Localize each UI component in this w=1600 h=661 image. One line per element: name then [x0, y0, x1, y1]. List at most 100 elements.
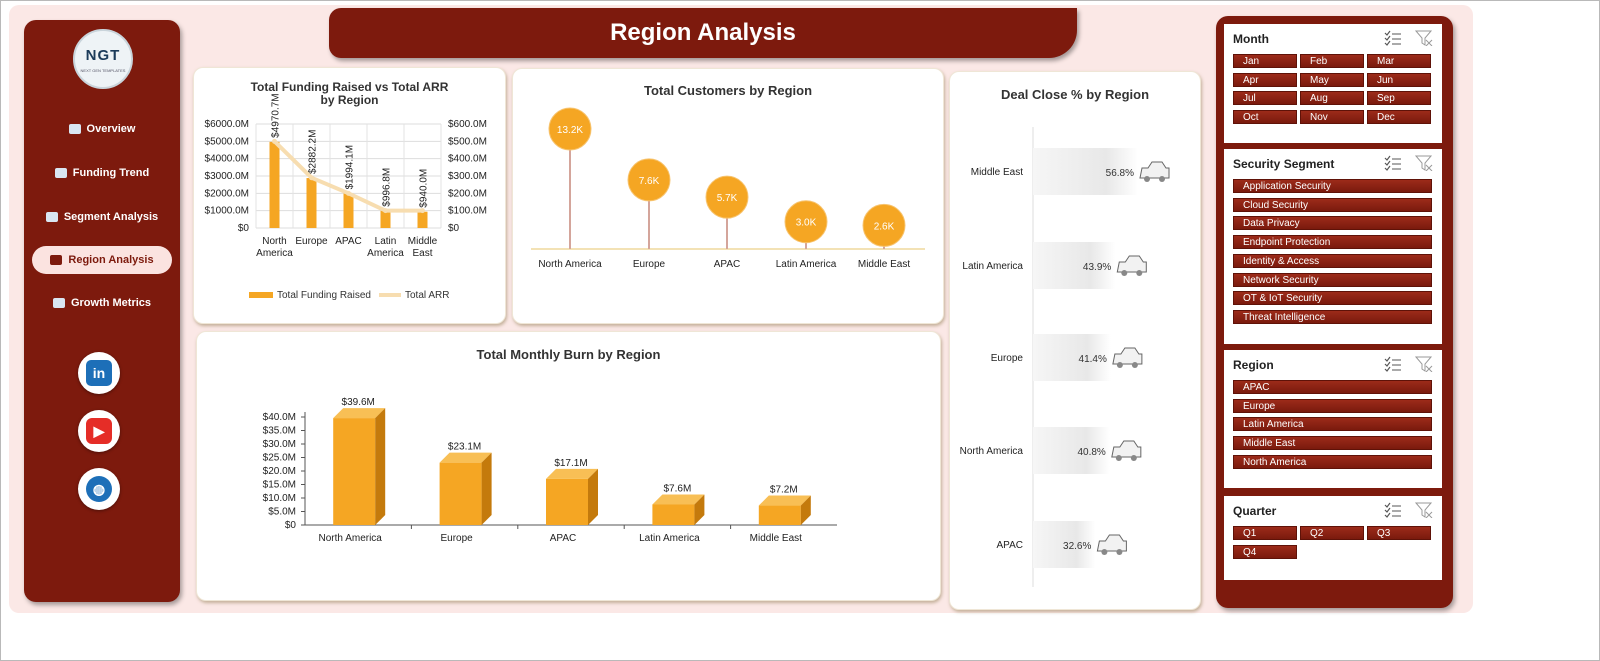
- burn-data-label: $39.6M: [342, 397, 375, 408]
- x-tick-label: Latin America: [776, 259, 837, 270]
- funding-arr-card: Total Funding Raised vs Total ARR by Reg…: [193, 67, 506, 324]
- bubble-value-label: 2.6K: [874, 221, 895, 232]
- x-tick-label: North America: [538, 259, 602, 270]
- multi-select-icon[interactable]: [1384, 155, 1402, 171]
- quarter-option[interactable]: Q1: [1233, 526, 1297, 540]
- y-tick-label: $5000.0M: [205, 136, 249, 147]
- region-slicer: Region APAC Europe Latin America Middle East…: [1224, 350, 1442, 488]
- globe-link[interactable]: ◍: [78, 468, 120, 510]
- month-option[interactable]: May: [1300, 72, 1364, 87]
- y-tick-label: $10.0M: [263, 493, 296, 504]
- linkedin-link[interactable]: in: [78, 352, 120, 394]
- region-option[interactable]: Latin America: [1233, 417, 1432, 432]
- deal-data-label: 41.4%: [1079, 354, 1107, 365]
- nav-item-growth-metrics[interactable]: Growth Metrics: [32, 289, 172, 317]
- x-tick-label: North America: [319, 533, 383, 544]
- security-segment-option[interactable]: Endpoint Protection: [1233, 235, 1432, 250]
- dashboard-icon: [68, 124, 81, 134]
- nav-item-label: Overview: [86, 123, 136, 135]
- nav-item-funding-trend[interactable]: Funding Trend: [32, 159, 172, 187]
- y2-tick-label: $500.0M: [448, 136, 487, 147]
- x-tick-label: APAC: [335, 236, 362, 247]
- month-option[interactable]: Nov: [1300, 109, 1364, 124]
- nav-item-segment-analysis[interactable]: Segment Analysis: [32, 203, 172, 231]
- month-option[interactable]: Aug: [1300, 91, 1364, 105]
- funding-bar: [380, 210, 391, 228]
- quarter-option[interactable]: Q4: [1233, 544, 1297, 559]
- y-tick-label: Europe: [991, 353, 1024, 364]
- x-tick-label: Europe: [633, 259, 666, 270]
- multi-select-icon[interactable]: [1384, 502, 1402, 518]
- slicer-title: Month: [1233, 32, 1269, 46]
- security-segment-option[interactable]: Application Security: [1233, 179, 1432, 193]
- y-tick-label: Middle East: [971, 167, 1023, 178]
- car-icon: [1112, 347, 1143, 368]
- clear-filter-icon[interactable]: [1414, 502, 1433, 519]
- y-tick-label: $20.0M: [263, 466, 296, 477]
- security-segment-option[interactable]: Cloud Security: [1233, 197, 1432, 212]
- deal-data-label: 40.8%: [1077, 447, 1105, 458]
- quarter-option[interactable]: Q3: [1367, 526, 1431, 540]
- funding-bar: [343, 193, 354, 228]
- y-tick-label: $5.0M: [268, 507, 296, 518]
- month-option[interactable]: Jan: [1233, 54, 1297, 68]
- y-tick-label: North America: [960, 446, 1024, 457]
- arr-point: [383, 208, 388, 214]
- month-option[interactable]: Jul: [1233, 91, 1297, 105]
- security-segment-option[interactable]: Data Privacy: [1233, 216, 1432, 231]
- y-tick-label: $40.0M: [263, 412, 296, 423]
- region-option[interactable]: Europe: [1233, 398, 1432, 413]
- y2-tick-label: $0: [448, 223, 460, 234]
- nav-item-overview[interactable]: Overview: [32, 115, 172, 143]
- deal-data-label: 43.9%: [1083, 262, 1111, 273]
- month-option[interactable]: Jun: [1367, 72, 1431, 87]
- funding-bar: [306, 178, 317, 228]
- nav-item-label: Funding Trend: [72, 167, 150, 179]
- burn-data-label: $7.6M: [664, 483, 692, 494]
- month-option[interactable]: Feb: [1300, 54, 1364, 68]
- deal-close-chart: Middle East 56.8% Latin America 43.9% Europe…: [960, 127, 1170, 587]
- security-segment-option[interactable]: Identity & Access: [1233, 253, 1432, 268]
- y-tick-label: $0: [238, 223, 250, 234]
- clear-filter-icon[interactable]: [1414, 155, 1433, 172]
- funding-data-label: $1994.1M: [345, 145, 356, 189]
- linkedin-icon: in: [86, 360, 112, 386]
- funding-data-label: $2882.2M: [308, 130, 319, 174]
- security-segment-option[interactable]: Threat Intelligence: [1233, 309, 1432, 324]
- burn-bar: [333, 418, 376, 525]
- monthly-burn-chart: $0 $5.0M $10.0M $15.0M $20.0M $25.0M $30.0M $35…: [263, 397, 837, 544]
- globe-icon: ◍: [86, 476, 112, 502]
- y2-tick-label: $600.0M: [448, 119, 487, 130]
- month-option[interactable]: Dec: [1367, 109, 1431, 124]
- month-slicer: Month Jan Feb Mar Apr May Jun Jul Aug Sep Oct Nov De…: [1224, 24, 1442, 143]
- y-tick-label: $25.0M: [263, 453, 296, 464]
- region-option[interactable]: North America: [1233, 454, 1432, 469]
- multi-select-icon[interactable]: [1384, 30, 1402, 46]
- security-segment-option[interactable]: OT & IoT Security: [1233, 291, 1432, 306]
- company-logo: NGT NEXT GEN TEMPLATES: [73, 29, 133, 89]
- month-option[interactable]: Oct: [1233, 109, 1297, 124]
- deal-data-label: 32.6%: [1063, 541, 1091, 552]
- clear-filter-icon[interactable]: [1414, 30, 1433, 47]
- burn-bar: [758, 505, 801, 525]
- y-tick-label: APAC: [997, 540, 1024, 551]
- legend-arr-label: Total ARR: [405, 290, 449, 301]
- funding-data-label: $940.0M: [419, 169, 430, 208]
- clear-filter-icon[interactable]: [1414, 356, 1433, 373]
- y2-tick-label: $400.0M: [448, 154, 487, 165]
- burn-data-label: $7.2M: [770, 485, 798, 496]
- nav-item-region-analysis[interactable]: Region Analysis: [32, 246, 172, 274]
- youtube-link[interactable]: ▶: [78, 410, 120, 452]
- slicer-title: Region: [1233, 358, 1274, 372]
- burn-bar: [439, 462, 482, 525]
- region-option[interactable]: Middle East: [1233, 436, 1432, 451]
- region-option[interactable]: APAC: [1233, 380, 1432, 394]
- security-segment-option[interactable]: Network Security: [1233, 272, 1432, 287]
- month-option[interactable]: Apr: [1233, 72, 1297, 87]
- month-option[interactable]: Mar: [1367, 54, 1431, 68]
- logo-subtext: NEXT GEN TEMPLATES: [80, 68, 126, 73]
- multi-select-icon[interactable]: [1384, 356, 1402, 372]
- quarter-option[interactable]: Q2: [1300, 526, 1364, 540]
- bubble-value-label: 7.6K: [639, 176, 660, 187]
- month-option[interactable]: Sep: [1367, 91, 1431, 105]
